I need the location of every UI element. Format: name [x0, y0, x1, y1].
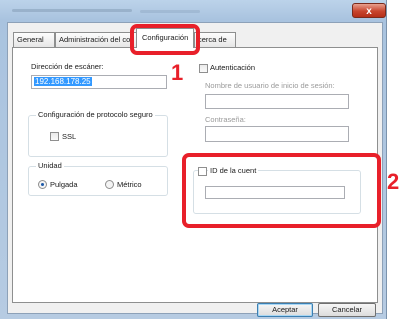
tab-configuracion-label: Configuración	[142, 33, 189, 42]
tab-general-label: General	[17, 35, 44, 44]
scanner-address-value: 192.168.178.25	[34, 77, 92, 86]
password-label: Contraseña:	[205, 115, 246, 124]
tab-acerca-de[interactable]: cerca de	[194, 32, 236, 47]
tab-administracion[interactable]: Administración del co	[55, 32, 137, 47]
metric-label: Métrico	[117, 180, 142, 189]
tab-configuracion[interactable]: Configuración	[136, 28, 194, 48]
cancel-button[interactable]: Cancelar	[318, 303, 376, 317]
username-input[interactable]	[205, 94, 349, 109]
scanner-address-input[interactable]: 192.168.178.25	[31, 75, 167, 89]
secure-protocol-legend: Configuración de protocolo seguro	[36, 110, 155, 119]
tab-acerca-de-label: cerca de	[198, 35, 227, 44]
unit-group	[28, 166, 168, 196]
accept-button[interactable]: Aceptar	[257, 303, 313, 317]
unit-legend: Unidad	[36, 161, 64, 170]
ssl-checkbox[interactable]	[50, 132, 59, 141]
authentication-checkbox[interactable]	[199, 64, 208, 73]
inch-label: Pulgada	[50, 180, 78, 189]
callout-number-2: 2	[387, 169, 400, 194]
title-bar-text	[12, 9, 132, 12]
title-bar-text-extra	[140, 10, 200, 13]
username-label: Nombre de usuario de inicio de sesión:	[205, 81, 335, 90]
scanner-address-label: Dirección de escáner:	[31, 62, 104, 71]
metric-radio[interactable]	[105, 180, 114, 189]
tab-administracion-label: Administración del co	[59, 35, 131, 44]
callout-number-1: 1	[171, 60, 184, 85]
secure-protocol-group	[28, 115, 168, 157]
inch-radio[interactable]	[38, 180, 47, 189]
close-button[interactable]: x	[352, 3, 386, 18]
tab-general[interactable]: General	[13, 32, 55, 47]
close-icon: x	[366, 6, 372, 17]
password-input[interactable]	[205, 126, 349, 142]
callout-box-2	[182, 153, 381, 228]
authentication-label: Autenticación	[210, 63, 256, 72]
ssl-label: SSL	[62, 132, 77, 141]
